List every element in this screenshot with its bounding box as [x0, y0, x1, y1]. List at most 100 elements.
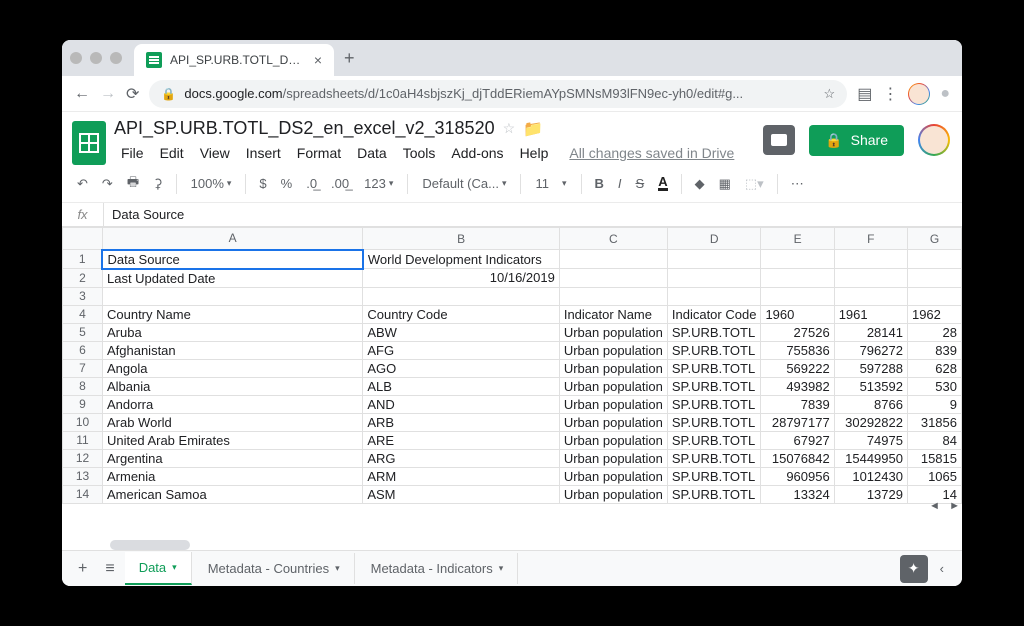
cell[interactable]: 597288 — [834, 359, 907, 377]
account-avatar[interactable] — [918, 124, 950, 156]
cell[interactable] — [834, 250, 907, 269]
chevron-down-icon[interactable]: ▾ — [499, 563, 504, 574]
cell[interactable]: SP.URB.TOTL — [667, 413, 761, 431]
sheets-app-icon[interactable] — [72, 121, 106, 165]
cell[interactable]: 1960 — [761, 305, 834, 323]
move-folder-icon[interactable]: 📁 — [523, 119, 543, 139]
profile-avatar[interactable] — [908, 83, 930, 105]
zoom-select[interactable]: 100%▾ — [185, 172, 238, 195]
cell[interactable]: ARG — [363, 449, 560, 467]
cell[interactable]: 960956 — [761, 467, 834, 485]
cell[interactable]: ARB — [363, 413, 560, 431]
cell[interactable] — [907, 269, 961, 288]
cell[interactable]: 28141 — [834, 323, 907, 341]
cell[interactable]: SP.URB.TOTL — [667, 449, 761, 467]
maximize-window[interactable] — [110, 52, 122, 64]
menu-edit[interactable]: Edit — [153, 142, 191, 164]
cell[interactable]: Andorra — [102, 395, 362, 413]
row-header[interactable]: 7 — [63, 359, 103, 377]
cell[interactable]: 530 — [907, 377, 961, 395]
borders-button[interactable]: ▦ — [714, 172, 736, 196]
bold-button[interactable]: B — [590, 172, 609, 195]
back-button[interactable]: ← — [74, 85, 90, 103]
cell[interactable]: Last Updated Date — [102, 269, 362, 288]
comments-button[interactable] — [763, 125, 795, 155]
redo-button[interactable]: ↷ — [97, 172, 118, 196]
strikethrough-button[interactable]: S — [631, 172, 650, 195]
menu-help[interactable]: Help — [513, 142, 556, 164]
star-doc-icon[interactable]: ☆ — [503, 120, 516, 137]
sheet-tab-data[interactable]: Data ▾ — [125, 552, 192, 585]
cell[interactable]: Urban population — [559, 395, 667, 413]
cell[interactable]: Urban population — [559, 467, 667, 485]
close-window[interactable] — [70, 52, 82, 64]
cell[interactable]: Urban population — [559, 359, 667, 377]
font-size-select[interactable]: 11▾ — [529, 172, 572, 195]
fill-color-button[interactable]: ◆ — [690, 172, 710, 196]
cell[interactable]: 628 — [907, 359, 961, 377]
cell[interactable]: Arab World — [102, 413, 362, 431]
minimize-window[interactable] — [90, 52, 102, 64]
all-sheets-button[interactable]: ≡ — [97, 554, 122, 584]
cell[interactable]: Armenia — [102, 467, 362, 485]
cell[interactable]: 30292822 — [834, 413, 907, 431]
cell[interactable]: 755836 — [761, 341, 834, 359]
cell[interactable]: SP.URB.TOTL — [667, 431, 761, 449]
cell[interactable]: 569222 — [761, 359, 834, 377]
font-select[interactable]: Default (Ca...▾ — [416, 172, 512, 195]
cell[interactable]: SP.URB.TOTL — [667, 395, 761, 413]
cell[interactable]: Aruba — [102, 323, 362, 341]
menu-format[interactable]: Format — [290, 142, 348, 164]
row-header[interactable]: 1 — [63, 250, 103, 269]
cell[interactable]: 27526 — [761, 323, 834, 341]
cell[interactable]: Country Code — [363, 305, 560, 323]
cell[interactable]: ALB — [363, 377, 560, 395]
cell[interactable]: Urban population — [559, 413, 667, 431]
cell[interactable]: 8766 — [834, 395, 907, 413]
cell[interactable]: SP.URB.TOTL — [667, 467, 761, 485]
menu-insert[interactable]: Insert — [239, 142, 288, 164]
cell[interactable] — [907, 250, 961, 269]
sheet-tab-metadata-indicators[interactable]: Metadata - Indicators ▾ — [357, 553, 519, 584]
formula-input[interactable]: Data Source — [104, 207, 184, 222]
cell[interactable] — [907, 287, 961, 305]
column-header[interactable]: E — [761, 228, 834, 250]
cell[interactable] — [667, 287, 761, 305]
cell[interactable]: Urban population — [559, 449, 667, 467]
paint-format-button[interactable]: ⚳ — [148, 172, 168, 196]
cell[interactable]: Afghanistan — [102, 341, 362, 359]
cell[interactable]: 10/16/2019 — [363, 269, 560, 288]
sheet-scroll-left[interactable]: ‹ — [930, 555, 954, 582]
column-header[interactable]: D — [667, 228, 761, 250]
cell[interactable]: 13324 — [761, 485, 834, 503]
sheet-tab-metadata-countries[interactable]: Metadata - Countries ▾ — [194, 553, 355, 584]
row-header[interactable]: 11 — [63, 431, 103, 449]
cell[interactable]: Urban population — [559, 341, 667, 359]
row-header[interactable]: 5 — [63, 323, 103, 341]
menu-tools[interactable]: Tools — [396, 142, 443, 164]
scroll-nav[interactable]: ◄ ► — [929, 500, 960, 512]
row-header[interactable]: 3 — [63, 287, 103, 305]
new-tab-button[interactable]: + — [344, 48, 355, 69]
cell[interactable]: Urban population — [559, 377, 667, 395]
cell[interactable] — [761, 269, 834, 288]
cell[interactable]: 31856 — [907, 413, 961, 431]
cell[interactable]: SP.URB.TOTL — [667, 377, 761, 395]
column-header[interactable]: F — [834, 228, 907, 250]
menu-file[interactable]: File — [114, 142, 151, 164]
cell[interactable]: 7839 — [761, 395, 834, 413]
cell[interactable]: 839 — [907, 341, 961, 359]
row-header[interactable]: 10 — [63, 413, 103, 431]
cell[interactable]: 15076842 — [761, 449, 834, 467]
cell[interactable]: SP.URB.TOTL — [667, 485, 761, 503]
chevron-down-icon[interactable]: ▾ — [335, 563, 340, 574]
cell[interactable]: 84 — [907, 431, 961, 449]
cell[interactable]: 493982 — [761, 377, 834, 395]
print-button[interactable]: 🖶 — [122, 169, 144, 199]
more-button[interactable]: ⋯ — [786, 172, 809, 196]
cell[interactable] — [667, 250, 761, 269]
cell[interactable]: 13729 — [834, 485, 907, 503]
cell[interactable] — [667, 269, 761, 288]
cell[interactable] — [559, 287, 667, 305]
spreadsheet-grid[interactable]: ABCDEFG1Data SourceWorld Development Ind… — [62, 227, 962, 504]
